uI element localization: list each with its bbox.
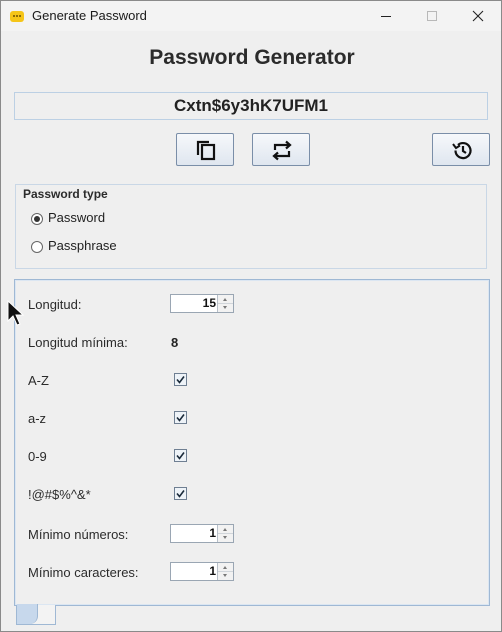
close-button[interactable] <box>455 1 501 31</box>
window-title: Generate Password <box>32 8 147 23</box>
min-special-label: Mínimo caracteres: <box>28 565 139 580</box>
radio-password-label: Password <box>48 210 106 225</box>
min-special-spinner[interactable]: 1 <box>170 562 234 581</box>
spinner-down-icon[interactable] <box>218 304 233 312</box>
spinner-up-icon[interactable] <box>218 563 233 572</box>
close-icon <box>472 10 484 22</box>
refresh-icon <box>272 140 292 161</box>
min-numbers-value: 1 <box>209 526 216 540</box>
length-label: Longitud: <box>28 297 82 312</box>
spinner-buttons <box>217 525 233 542</box>
title-bar[interactable]: Generate Password <box>1 1 501 31</box>
radio-button-unchecked[interactable] <box>31 241 43 253</box>
lowercase-checkbox[interactable] <box>174 411 187 424</box>
checkmark-icon <box>176 452 185 460</box>
minimize-button[interactable] <box>363 1 409 31</box>
collapse-tab[interactable] <box>16 604 56 625</box>
special-chars-checkbox[interactable] <box>174 487 187 500</box>
copy-icon <box>196 140 216 161</box>
digits-checkbox[interactable] <box>174 449 187 462</box>
special-chars-label: !@#$%^&* <box>28 487 91 502</box>
min-numbers-spinner[interactable]: 1 <box>170 524 234 543</box>
radio-button-checked[interactable] <box>31 213 43 225</box>
settings-panel <box>14 279 490 606</box>
lowercase-label: a-z <box>28 411 47 426</box>
regenerate-button[interactable] <box>252 133 310 166</box>
password-app-icon <box>10 11 24 22</box>
spinner-up-icon[interactable] <box>218 525 233 534</box>
spinner-down-icon[interactable] <box>218 572 233 580</box>
radio-passphrase-label: Passphrase <box>48 238 117 253</box>
password-type-title: Password type <box>21 187 110 201</box>
history-icon <box>452 142 472 160</box>
min-length-value: 8 <box>171 335 179 350</box>
min-length-label: Longitud mínima: <box>28 335 128 350</box>
app-window: Generate Password Password Generator Cxt… <box>0 0 502 632</box>
history-button[interactable] <box>432 133 490 166</box>
min-special-value: 1 <box>209 564 216 578</box>
uppercase-label: A-Z <box>28 373 49 388</box>
maximize-button[interactable] <box>409 1 455 31</box>
copy-button[interactable] <box>176 133 234 166</box>
spinner-down-icon[interactable] <box>218 534 233 542</box>
generated-password-field[interactable]: Cxtn$6y3hK7UFM1 <box>14 92 488 120</box>
checkmark-icon <box>176 490 185 498</box>
spinner-buttons <box>217 563 233 580</box>
digits-label: 0-9 <box>28 449 47 464</box>
checkmark-icon <box>176 376 185 384</box>
uppercase-checkbox[interactable] <box>174 373 187 386</box>
spinner-buttons <box>217 295 233 312</box>
length-spinner[interactable]: 15 <box>170 294 234 313</box>
mouse-cursor-icon <box>7 300 25 326</box>
checkmark-icon <box>176 414 185 422</box>
length-value: 15 <box>202 296 216 310</box>
min-numbers-label: Mínimo números: <box>28 527 129 542</box>
page-title: Password Generator <box>149 46 355 69</box>
spinner-up-icon[interactable] <box>218 295 233 304</box>
